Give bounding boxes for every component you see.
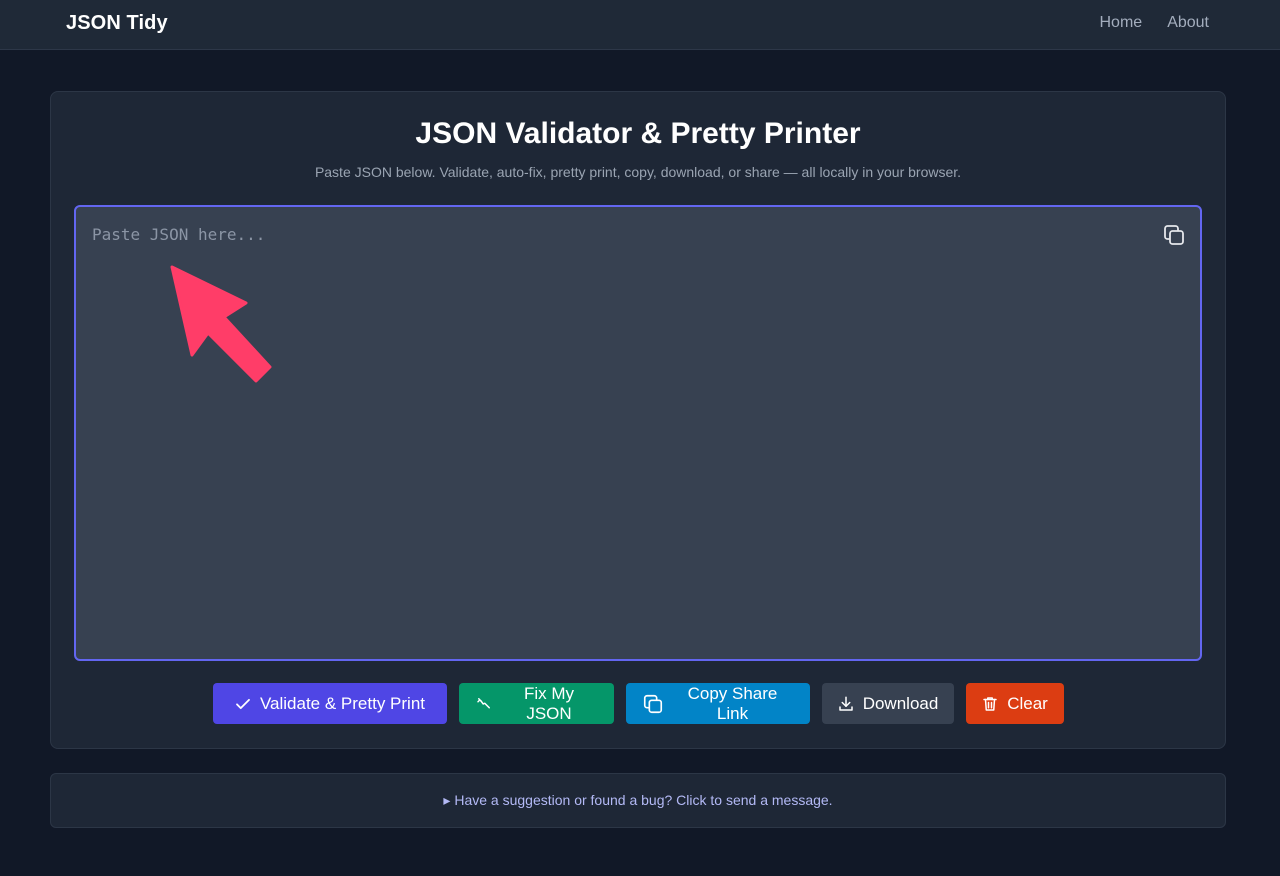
check-icon: [236, 698, 250, 709]
json-editor-container: [74, 205, 1202, 661]
clear-button[interactable]: Clear: [965, 683, 1064, 724]
page-title: JSON Validator & Pretty Printer: [415, 117, 861, 150]
download-button[interactable]: Download: [821, 683, 954, 724]
navbar: JSON Tidy Home About: [0, 0, 1280, 50]
action-buttons: Validate & Pretty Print Fix My JSON Copy…: [51, 683, 1225, 724]
download-icon: [838, 696, 853, 711]
brand-logo[interactable]: JSON Tidy: [66, 12, 168, 35]
validate-button-label: Validate & Pretty Print: [259, 693, 426, 713]
clear-button-label: Clear: [1007, 693, 1048, 713]
copy-share-link-button-label: Copy Share Link: [687, 683, 778, 723]
copy-share-link-button[interactable]: Copy Share Link: [625, 683, 810, 724]
json-input[interactable]: [76, 207, 1200, 659]
wrench-icon: [476, 697, 490, 708]
nav-links: Home About: [1100, 14, 1210, 32]
download-button-label: Download: [862, 693, 939, 713]
nav-link-about[interactable]: About: [1167, 14, 1209, 32]
copy-icon[interactable]: [1162, 223, 1186, 247]
trash-icon: [983, 696, 997, 711]
nav-link-home[interactable]: Home: [1100, 14, 1143, 32]
page-subtitle: Paste JSON below. Validate, auto-fix, pr…: [314, 164, 962, 180]
feedback-section: ▸ Have a suggestion or found a bug? Clic…: [50, 773, 1226, 828]
validate-button[interactable]: Validate & Pretty Print: [212, 683, 447, 724]
feedback-toggle[interactable]: ▸ Have a suggestion or found a bug? Clic…: [443, 792, 832, 809]
copy-icon: [643, 694, 662, 713]
validator-card: JSON Validator & Pretty Printer Paste JS…: [50, 91, 1226, 749]
fix-json-button[interactable]: Fix My JSON: [458, 683, 614, 724]
fix-json-button-label: Fix My JSON: [523, 683, 575, 723]
